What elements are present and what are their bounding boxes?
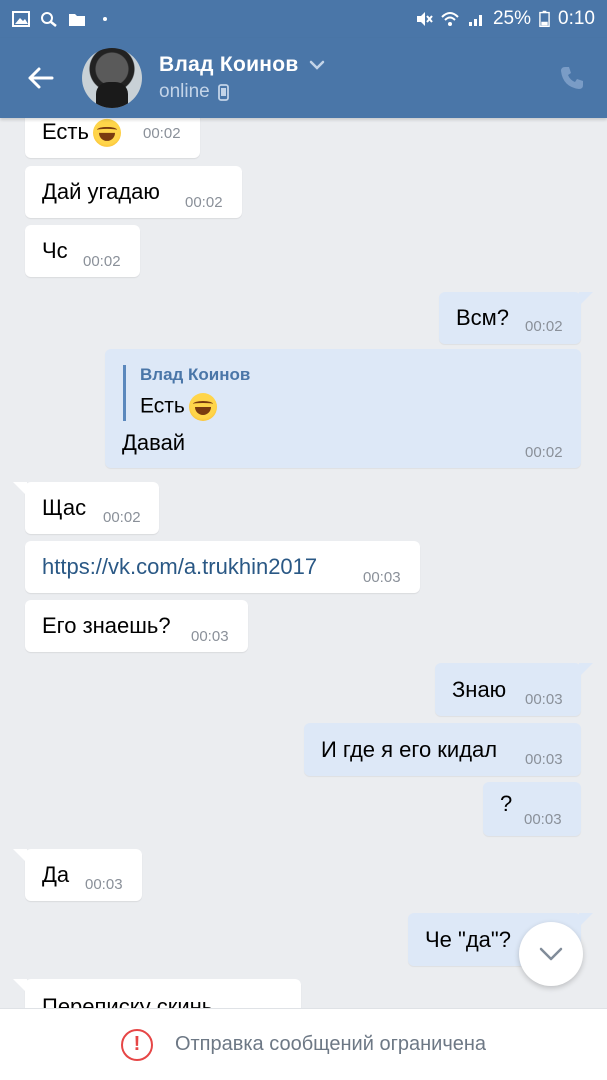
message-incoming[interactable]: Есть 00:02 bbox=[25, 118, 200, 158]
battery-icon bbox=[539, 10, 550, 28]
message-time: 00:03 bbox=[524, 811, 562, 828]
message-incoming[interactable]: Да 00:03 bbox=[13, 849, 142, 901]
call-button[interactable] bbox=[537, 38, 607, 118]
message-outgoing[interactable]: И где я его кидал 00:03 bbox=[304, 723, 581, 776]
chevron-down-icon bbox=[539, 947, 563, 961]
message-text: ? bbox=[500, 791, 513, 816]
message-text: Его знаешь? bbox=[42, 613, 171, 638]
message-time: 00:02 bbox=[143, 125, 181, 142]
laughing-emoji-icon bbox=[188, 393, 217, 421]
message-outgoing[interactable]: Знаю 00:03 bbox=[435, 663, 593, 716]
message-time: 00:02 bbox=[185, 194, 223, 211]
message-time: 00:03 bbox=[363, 569, 401, 586]
dot-icon bbox=[103, 17, 107, 21]
phone-icon bbox=[561, 67, 583, 89]
message-time: 00:02 bbox=[525, 444, 563, 461]
message-incoming-link[interactable]: https://vk.com/a.trukhin2017 00:03 bbox=[25, 541, 420, 593]
message-time: 00:03 bbox=[85, 876, 123, 893]
message-text: Дай угадаю bbox=[42, 179, 160, 204]
message-link[interactable]: https://vk.com/a.trukhin2017 bbox=[42, 554, 317, 580]
message-incoming[interactable]: Его знаешь? 00:03 bbox=[25, 600, 248, 652]
message-text: Чс bbox=[42, 238, 68, 263]
quote-text: Есть bbox=[140, 394, 185, 418]
scroll-down-button[interactable] bbox=[519, 922, 583, 986]
message-text: Щас bbox=[42, 495, 87, 520]
avatar[interactable] bbox=[82, 48, 142, 108]
gallery-icon bbox=[12, 11, 30, 27]
message-incoming[interactable]: Чс 00:02 bbox=[25, 225, 140, 277]
contact-status: online bbox=[159, 81, 210, 102]
chevron-down-icon bbox=[309, 60, 324, 70]
status-icons-left bbox=[12, 11, 114, 27]
message-time: 00:03 bbox=[525, 691, 563, 708]
quote-author: Влад Коинов bbox=[140, 365, 251, 384]
chat-header: Влад Коинов online bbox=[0, 38, 607, 118]
message-time: 00:02 bbox=[103, 509, 141, 526]
message-text: Есть bbox=[42, 118, 89, 144]
message-time: 00:02 bbox=[83, 253, 121, 270]
folder-icon bbox=[69, 14, 85, 26]
message-incoming[interactable]: Переписку скинь bbox=[13, 979, 301, 1008]
signal-icon bbox=[468, 15, 482, 26]
message-restriction-bar: ! Отправка сообщений ограничена bbox=[0, 1008, 607, 1080]
back-button[interactable] bbox=[0, 38, 80, 118]
message-list[interactable]: Есть 00:02 Дай угадаю 00:02 Чс 00:02 Всм… bbox=[0, 118, 607, 1008]
message-text: Всм? bbox=[456, 305, 510, 330]
quoted-message[interactable]: Влад Коинов Есть bbox=[123, 365, 250, 421]
contact-info[interactable]: Влад Коинов online bbox=[159, 53, 325, 103]
laughing-emoji-icon bbox=[92, 119, 121, 148]
message-text: И где я его кидал bbox=[321, 736, 498, 762]
message-time: 00:03 bbox=[191, 628, 229, 645]
message-text: Да bbox=[42, 862, 70, 887]
warning-icon: ! bbox=[120, 1028, 153, 1061]
mobile-phone-icon bbox=[217, 83, 229, 101]
message-time: 00:03 bbox=[525, 751, 563, 768]
search-icon bbox=[41, 12, 57, 27]
status-time: 0:10 bbox=[558, 8, 595, 29]
message-incoming[interactable]: Дай угадаю 00:02 bbox=[25, 166, 242, 218]
message-time: 00:02 bbox=[525, 318, 563, 335]
status-icons-right: 25% 0:10 bbox=[415, 8, 595, 30]
message-outgoing[interactable]: ? 00:03 bbox=[483, 782, 581, 836]
message-text: Че "да"? bbox=[425, 926, 511, 952]
status-bar: 25% 0:10 bbox=[0, 0, 607, 38]
wifi-icon bbox=[441, 12, 459, 26]
contact-name: Влад Коинов bbox=[159, 53, 299, 76]
battery-percent: 25% bbox=[492, 8, 532, 29]
message-incoming[interactable]: Щас 00:02 bbox=[13, 482, 159, 534]
mute-icon bbox=[416, 12, 433, 26]
message-outgoing-reply[interactable]: Влад Коинов Есть Давай 00:02 bbox=[105, 349, 581, 468]
message-text: Давай bbox=[122, 430, 186, 455]
message-text: Знаю bbox=[452, 676, 507, 702]
arrow-left-icon bbox=[28, 67, 54, 89]
message-text: Переписку скинь bbox=[42, 994, 214, 1008]
message-outgoing[interactable]: Всм? 00:02 bbox=[439, 292, 593, 344]
restriction-text: Отправка сообщений ограничена bbox=[174, 1033, 487, 1055]
